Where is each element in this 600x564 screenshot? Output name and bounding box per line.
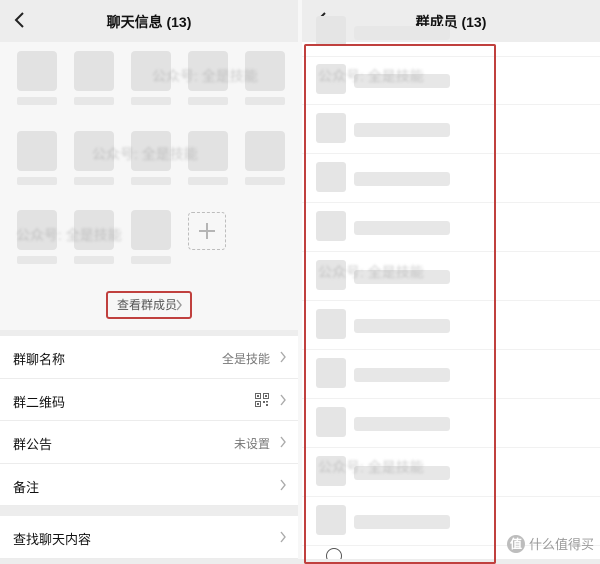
settings-row-announcement[interactable]: 群公告 未设置 [0, 421, 298, 464]
member-avatar[interactable] [17, 210, 57, 264]
list-item[interactable] [302, 448, 600, 497]
list-item[interactable] [302, 8, 600, 57]
site-logo-icon: 值 [506, 534, 525, 553]
member-grid [0, 42, 298, 330]
list-item[interactable] [302, 301, 600, 350]
row-value: 全是技能 [221, 352, 270, 366]
list-item[interactable] [302, 252, 600, 301]
member-avatar[interactable] [188, 51, 228, 105]
member-avatar[interactable] [17, 131, 57, 185]
member-avatar[interactable] [17, 51, 57, 105]
member-avatar[interactable] [74, 131, 114, 185]
member-avatar[interactable] [188, 131, 228, 185]
chevron-right-icon [175, 299, 183, 311]
member-avatar[interactable] [74, 51, 114, 105]
chat-info-panel: 聊天信息 (13) 公众号: 全是技能 公众号: 全是技能 公众号: 全是技能 … [0, 0, 298, 559]
search-section: 查找聊天内容 [0, 516, 298, 559]
chevron-right-icon [279, 436, 287, 448]
list-item[interactable] [302, 399, 600, 448]
row-label: 群公告 [13, 437, 53, 452]
list-item[interactable] [302, 105, 600, 154]
row-label: 群二维码 [13, 394, 66, 410]
chevron-right-icon [279, 394, 287, 406]
chevron-right-icon [279, 351, 287, 363]
row-value: 未设置 [233, 437, 270, 451]
site-watermark: 值 什么值得买 [506, 534, 594, 553]
settings-row-remark[interactable]: 备注 [0, 463, 298, 506]
chat-info-navbar: 聊天信息 (13) [0, 0, 298, 42]
chevron-right-icon [279, 479, 287, 491]
member-avatar[interactable] [131, 131, 171, 185]
list-item[interactable] [302, 154, 600, 203]
settings-row-group-qrcode[interactable]: 群二维码 [0, 378, 298, 421]
group-members-panel: 群成员 (13) 公众号: 全是技能 公众号: 全是技能 公众号: 全是技能 [302, 0, 600, 559]
site-watermark-text: 什么值得买 [528, 537, 594, 552]
settings-row-group-name[interactable]: 群聊名称 全是技能 [0, 336, 298, 379]
list-item[interactable] [302, 56, 600, 105]
view-members-button[interactable]: 查看群成员 [106, 291, 192, 319]
settings-list: 群聊名称 全是技能 群二维码 群公告 未设置 备注 [0, 336, 298, 506]
list-item[interactable] [302, 350, 600, 399]
qr-code-icon [255, 392, 269, 407]
row-label: 备注 [13, 479, 40, 495]
member-list [302, 16, 600, 559]
add-member-icon[interactable] [326, 548, 342, 559]
page-title: 聊天信息 (13) [106, 14, 192, 30]
add-member-button[interactable] [188, 212, 226, 250]
member-avatar[interactable] [131, 210, 171, 264]
member-avatar[interactable] [74, 210, 114, 264]
chevron-right-icon [279, 531, 287, 543]
view-members-label: 查看群成员 [117, 298, 178, 312]
row-label: 查找聊天内容 [13, 532, 92, 547]
member-avatar[interactable] [245, 51, 285, 105]
member-avatar[interactable] [245, 131, 285, 185]
list-item[interactable] [302, 203, 600, 252]
member-avatar[interactable] [131, 51, 171, 105]
row-label: 群聊名称 [13, 352, 66, 367]
search-chat-content-row[interactable]: 查找聊天内容 [0, 516, 298, 559]
